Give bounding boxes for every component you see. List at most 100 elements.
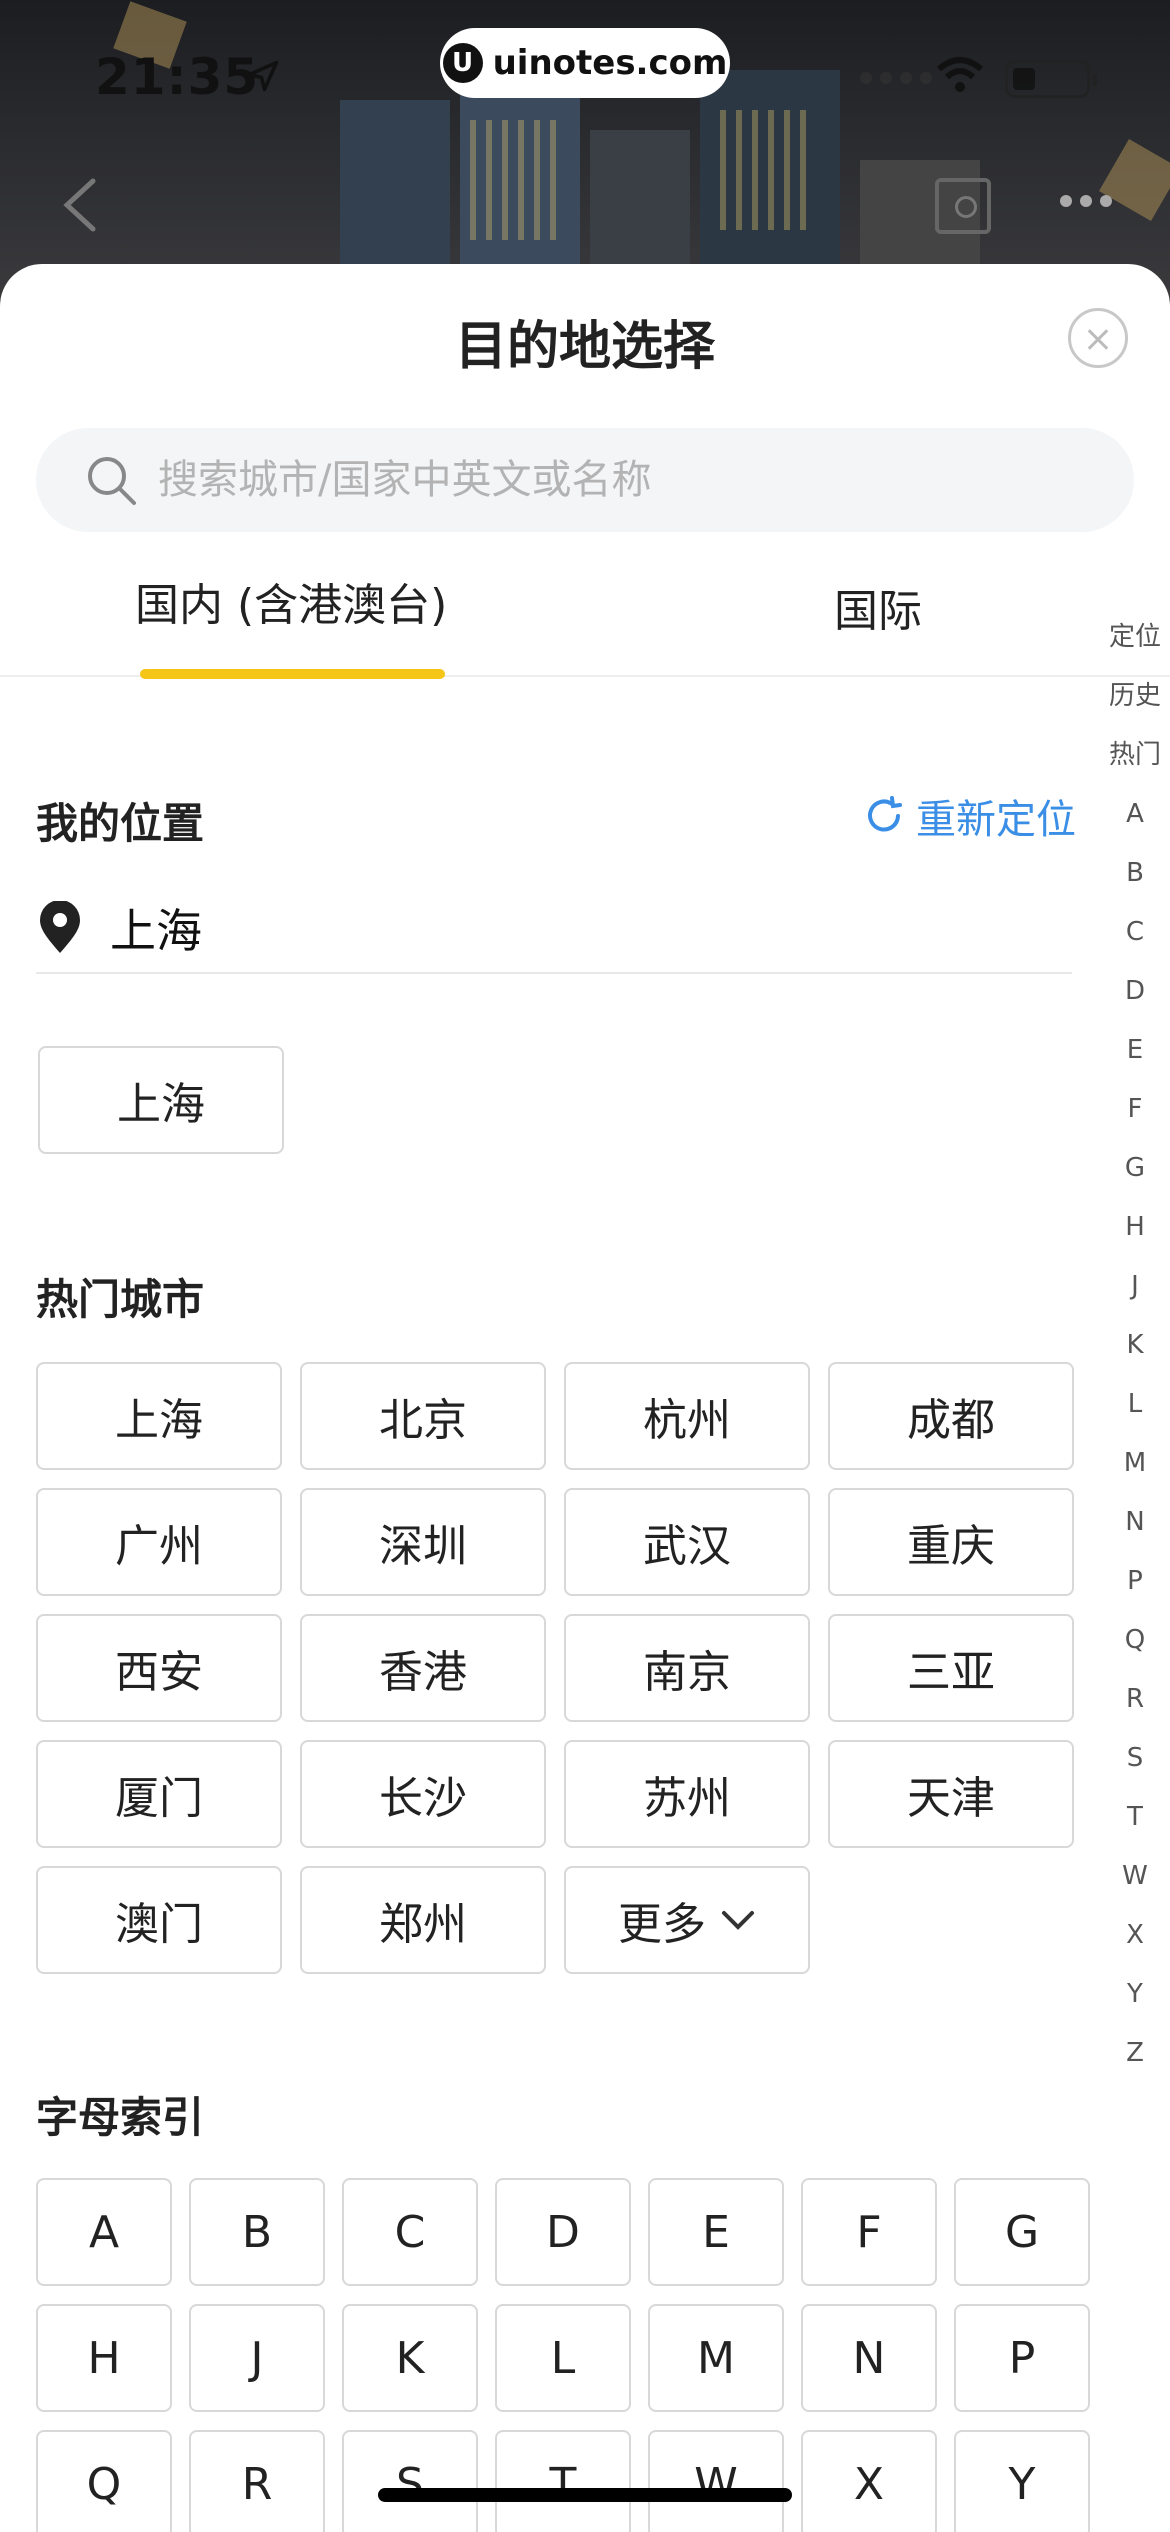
letter-index-button[interactable]: W	[648, 2430, 784, 2532]
letter-index-button[interactable]: J	[189, 2304, 325, 2412]
sheet-title: 目的地选择	[454, 317, 715, 377]
side-index-item[interactable]: X	[1100, 1906, 1170, 1965]
side-index-item[interactable]: D	[1100, 962, 1170, 1021]
side-index-item[interactable]: 历史	[1100, 667, 1170, 726]
hot-city-button[interactable]: 深圳	[300, 1488, 546, 1596]
tab-domestic[interactable]: 国内 (含港澳台)	[135, 569, 447, 633]
side-index-item[interactable]: J	[1100, 1257, 1170, 1316]
side-index-item[interactable]: M	[1100, 1434, 1170, 1493]
status-time: 21:35	[95, 48, 260, 106]
hot-city-button[interactable]: 厦门	[36, 1740, 282, 1848]
battery-icon	[1005, 60, 1097, 98]
active-tab-indicator	[140, 669, 445, 679]
side-index-item[interactable]: N	[1100, 1493, 1170, 1552]
letter-index-button[interactable]: N	[801, 2304, 937, 2412]
watermark-badge: U uinotes.com	[440, 28, 730, 98]
tab-international[interactable]: 国际	[834, 575, 922, 639]
refresh-icon	[868, 796, 902, 832]
side-index-item[interactable]: K	[1100, 1316, 1170, 1375]
hot-city-button[interactable]: 重庆	[828, 1488, 1074, 1596]
relocate-label: 重新定位	[916, 797, 1076, 843]
letter-index-heading: 字母索引	[36, 2093, 205, 2142]
hot-city-button[interactable]: 郑州	[300, 1866, 546, 1974]
close-icon[interactable]	[1068, 308, 1128, 368]
hot-city-button[interactable]: 北京	[300, 1362, 546, 1470]
location-pin-icon	[40, 901, 80, 953]
letter-index-button[interactable]: E	[648, 2178, 784, 2286]
signal-icon	[860, 72, 932, 84]
hot-city-button[interactable]: 澳门	[36, 1866, 282, 1974]
location-chip[interactable]: 上海	[38, 1046, 284, 1154]
watermark-text: uinotes.com	[492, 43, 728, 83]
letter-index-button[interactable]: S	[342, 2430, 478, 2532]
letter-index-button[interactable]: M	[648, 2304, 784, 2412]
hot-city-button[interactable]: 杭州	[564, 1362, 810, 1470]
letter-index-button[interactable]: G	[954, 2178, 1090, 2286]
hot-city-button[interactable]: 成都	[828, 1362, 1074, 1470]
my-location-heading: 我的位置	[36, 799, 205, 848]
hot-city-button[interactable]: 香港	[300, 1614, 546, 1722]
hot-city-button[interactable]: 广州	[36, 1488, 282, 1596]
home-indicator	[378, 2488, 792, 2502]
side-index-item[interactable]: H	[1100, 1198, 1170, 1257]
side-index-item[interactable]: P	[1100, 1552, 1170, 1611]
letter-index-button[interactable]: B	[189, 2178, 325, 2286]
search-box[interactable]	[36, 428, 1134, 532]
hot-cities-heading: 热门城市	[36, 1275, 205, 1324]
hot-city-button[interactable]: 武汉	[564, 1488, 810, 1596]
hot-city-button[interactable]: 长沙	[300, 1740, 546, 1848]
side-index-item[interactable]: T	[1100, 1788, 1170, 1847]
side-index-bar[interactable]: 定位 历史 热门 A B C D E F G H J K L M N P Q R S T W X Y Z	[1100, 608, 1170, 2083]
side-index-item[interactable]: Z	[1100, 2024, 1170, 2083]
current-location-city: 上海	[110, 904, 202, 958]
tab-bar: 国内 (含港澳台) 国际	[0, 569, 1170, 679]
letter-index-button[interactable]: Y	[954, 2430, 1090, 2532]
letter-index-button[interactable]: P	[954, 2304, 1090, 2412]
current-location-row[interactable]: 上海	[36, 884, 1072, 974]
letter-index-button[interactable]: C	[342, 2178, 478, 2286]
watermark-logo-icon: U	[442, 43, 483, 83]
hot-city-button[interactable]: 西安	[36, 1614, 282, 1722]
side-index-item[interactable]: C	[1100, 903, 1170, 962]
side-index-item[interactable]: B	[1100, 844, 1170, 903]
letter-index-button[interactable]: A	[36, 2178, 172, 2286]
destination-sheet: 目的地选择 国内 (含港澳台) 国际 我的位置 重新定位 上海 上海 热门城市 …	[0, 264, 1170, 2532]
search-input[interactable]	[158, 457, 1058, 503]
letter-index-button[interactable]: X	[801, 2430, 937, 2532]
back-icon[interactable]	[55, 175, 105, 235]
letter-index-button[interactable]: F	[801, 2178, 937, 2286]
letter-index-button[interactable]: T	[495, 2430, 631, 2532]
chevron-down-icon	[722, 1911, 754, 1930]
side-index-item[interactable]: W	[1100, 1847, 1170, 1906]
side-index-item[interactable]: G	[1100, 1139, 1170, 1198]
side-index-item[interactable]: Q	[1100, 1611, 1170, 1670]
side-index-item[interactable]: A	[1100, 785, 1170, 844]
hot-city-button[interactable]: 天津	[828, 1740, 1074, 1848]
side-index-item[interactable]: F	[1100, 1080, 1170, 1139]
wifi-icon	[937, 57, 983, 92]
letter-index-button[interactable]: K	[342, 2304, 478, 2412]
side-index-item[interactable]: E	[1100, 1021, 1170, 1080]
side-index-item[interactable]: 定位	[1100, 608, 1170, 667]
more-icon[interactable]	[1060, 195, 1112, 207]
side-index-item[interactable]: S	[1100, 1729, 1170, 1788]
hot-city-button[interactable]: 苏州	[564, 1740, 810, 1848]
letter-index-button[interactable]: Q	[36, 2430, 172, 2532]
hot-city-button[interactable]: 上海	[36, 1362, 282, 1470]
letter-index-button[interactable]: R	[189, 2430, 325, 2532]
hot-city-button[interactable]: 南京	[564, 1614, 810, 1722]
side-index-item[interactable]: L	[1100, 1375, 1170, 1434]
location-arrow-icon	[247, 60, 279, 92]
letter-index-button[interactable]: L	[495, 2304, 631, 2412]
side-index-item[interactable]: R	[1100, 1670, 1170, 1729]
share-icon[interactable]	[935, 178, 991, 234]
search-icon	[88, 457, 136, 505]
relocate-button[interactable]: 重新定位	[862, 787, 1076, 845]
more-cities-label: 更多	[618, 1899, 706, 1950]
side-index-item[interactable]: 热门	[1100, 726, 1170, 785]
side-index-item[interactable]: Y	[1100, 1965, 1170, 2024]
letter-index-button[interactable]: D	[495, 2178, 631, 2286]
letter-index-button[interactable]: H	[36, 2304, 172, 2412]
hot-city-button[interactable]: 三亚	[828, 1614, 1074, 1722]
more-cities-button[interactable]: 更多	[564, 1866, 810, 1974]
